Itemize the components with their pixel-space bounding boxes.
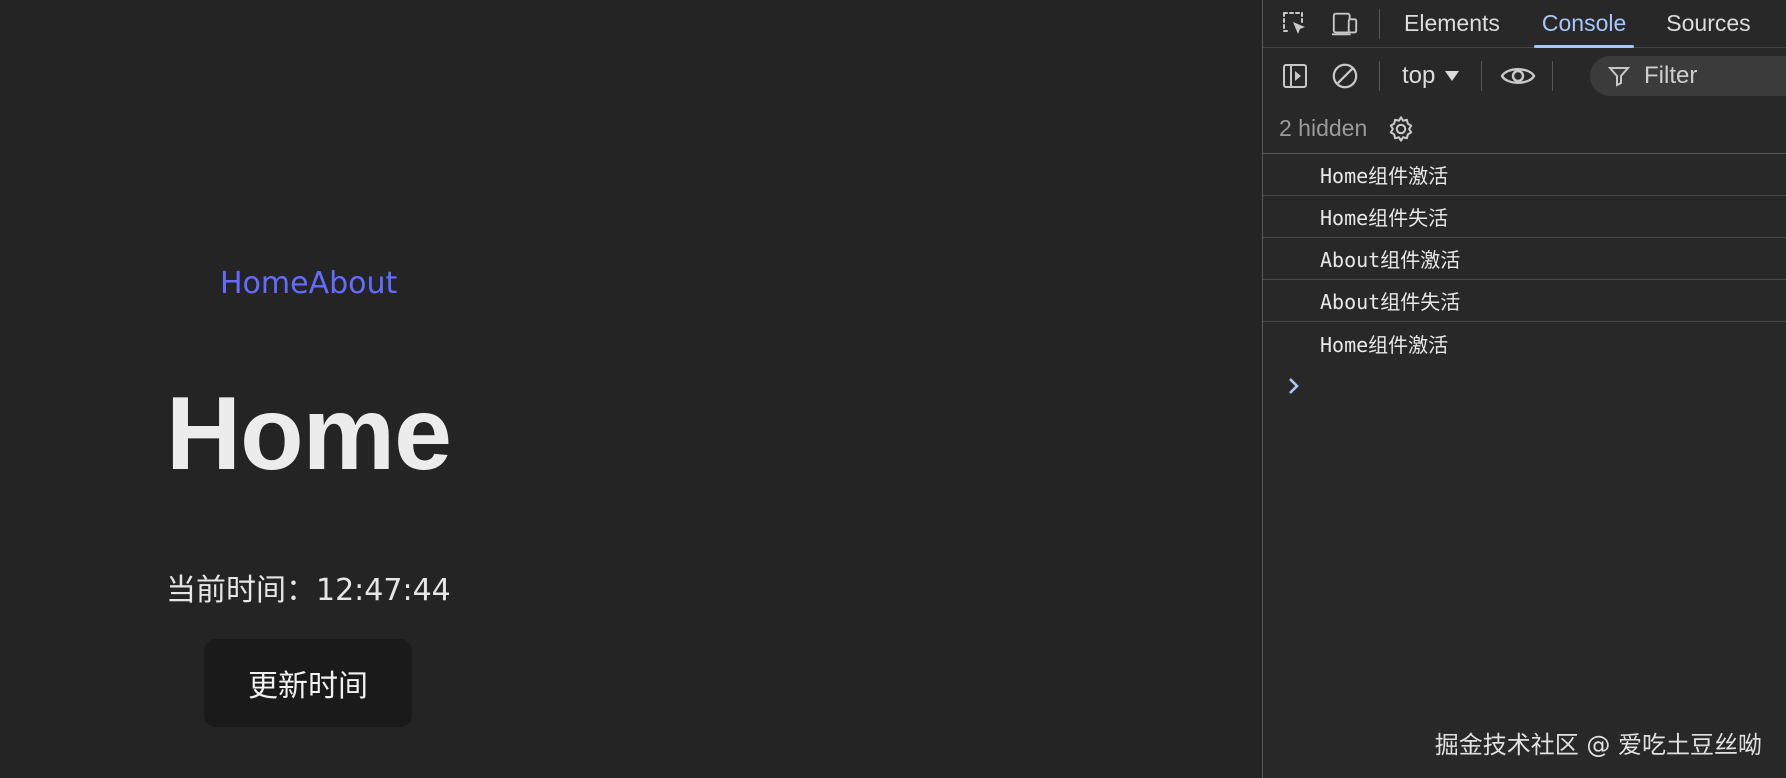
devtools-panel: Elements Console Sources top Filter 2 hi… bbox=[1262, 0, 1786, 778]
console-message[interactable]: About组件失活 bbox=[1263, 280, 1786, 322]
console-message[interactable]: About组件激活 bbox=[1263, 238, 1786, 280]
filter-funnel-icon bbox=[1608, 67, 1630, 87]
tab-sources[interactable]: Sources bbox=[1666, 0, 1750, 48]
current-time-label: 当前时间： bbox=[166, 573, 316, 608]
tab-console[interactable]: Console bbox=[1533, 0, 1635, 48]
current-time-value: 12:47:44 bbox=[316, 573, 451, 608]
console-message[interactable]: Home组件激活 bbox=[1263, 154, 1786, 196]
page-title: Home bbox=[166, 376, 452, 492]
console-messages: Home组件激活 Home组件失活 About组件激活 About组件失活 Ho… bbox=[1263, 154, 1786, 364]
sidebar-toggle-icon[interactable] bbox=[1281, 62, 1309, 90]
tab-bar-separator bbox=[1379, 8, 1380, 39]
console-message[interactable]: Home组件失活 bbox=[1263, 196, 1786, 238]
toolbar-separator-3 bbox=[1552, 61, 1554, 91]
js-context-selector[interactable]: top bbox=[1402, 62, 1460, 90]
devtools-tab-bar: Elements Console Sources bbox=[1263, 0, 1786, 48]
js-context-value: top bbox=[1402, 62, 1436, 89]
console-toolbar: top bbox=[1263, 48, 1786, 104]
router-nav: HomeAbout bbox=[220, 266, 397, 301]
device-toolbar-icon[interactable] bbox=[1331, 10, 1359, 38]
toolbar-separator bbox=[1379, 61, 1380, 91]
caret-down-icon bbox=[1445, 71, 1460, 81]
toolbar-separator-2 bbox=[1481, 61, 1483, 91]
tab-elements[interactable]: Elements bbox=[1404, 0, 1500, 48]
current-time-line: 当前时间：12:47:44 bbox=[166, 565, 451, 609]
console-filter[interactable] bbox=[1590, 56, 1786, 96]
update-time-button[interactable]: 更新时间 bbox=[204, 639, 412, 727]
filter-input[interactable] bbox=[1644, 62, 1784, 90]
watermark: 掘金技术社区 @ 爱吃土豆丝呦 bbox=[1434, 731, 1762, 759]
hidden-messages-row: 2 hidden bbox=[1263, 104, 1786, 154]
clear-console-icon[interactable] bbox=[1331, 62, 1359, 90]
hidden-count[interactable]: 2 hidden bbox=[1279, 115, 1367, 142]
console-prompt[interactable] bbox=[1263, 364, 1786, 408]
console-message[interactable]: Home组件激活 bbox=[1263, 322, 1786, 364]
app-page: HomeAbout Home 当前时间：12:47:44 更新时间 bbox=[0, 0, 1262, 778]
nav-link-about[interactable]: About bbox=[309, 266, 398, 301]
live-expression-eye-icon[interactable] bbox=[1500, 62, 1536, 90]
gear-icon[interactable] bbox=[1387, 115, 1415, 143]
inspect-element-icon[interactable] bbox=[1281, 10, 1309, 38]
nav-link-home[interactable]: Home bbox=[220, 266, 309, 301]
chevron-right-icon bbox=[1289, 378, 1299, 394]
